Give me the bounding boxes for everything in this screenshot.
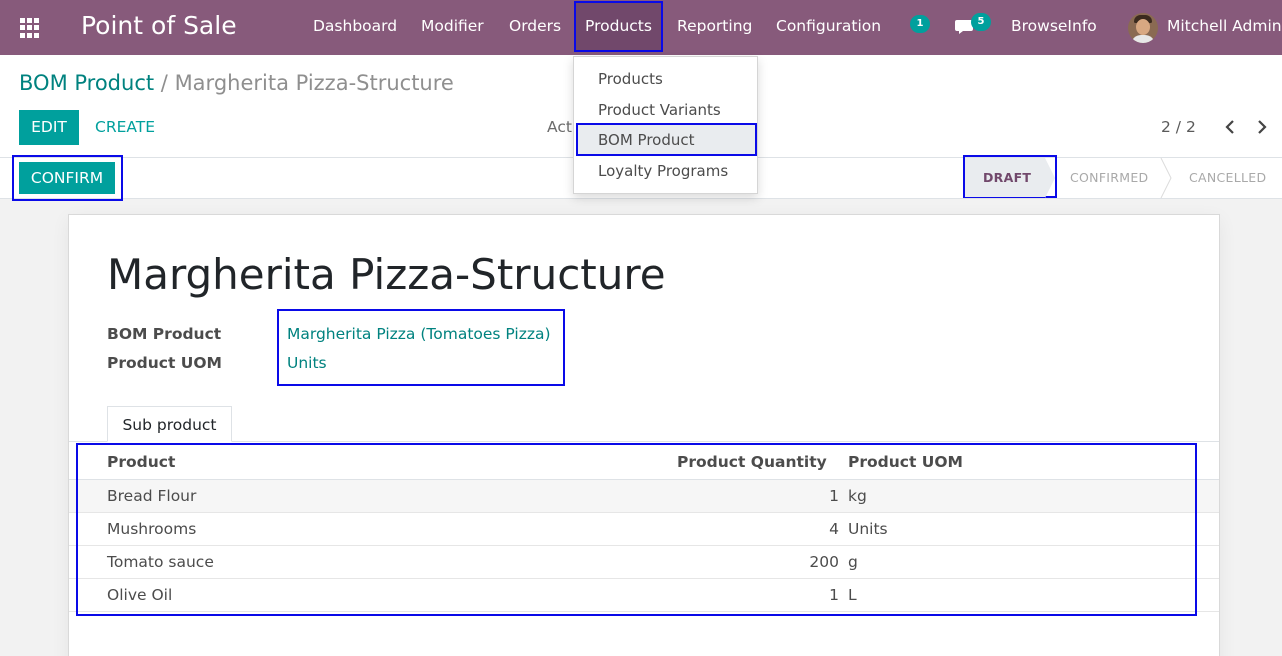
confirm-button[interactable]: CONFIRM xyxy=(19,162,115,194)
stage-draft: DRAFT xyxy=(965,158,1045,197)
tab-sub-product[interactable]: Sub product xyxy=(107,406,232,442)
chevron-left-icon[interactable] xyxy=(1222,115,1238,139)
column-product[interactable]: Product xyxy=(107,453,175,471)
bom-product-label: BOM Product xyxy=(107,325,222,343)
cell-uom: Units xyxy=(848,520,888,538)
cell-uom: kg xyxy=(848,487,867,505)
cell-quantity: 4 xyxy=(829,520,839,538)
dropdown-item-bom-product[interactable]: BOM Product xyxy=(598,131,695,149)
dropdown-item-loyalty-programs[interactable]: Loyalty Programs xyxy=(598,162,728,180)
stage-arrow-icon xyxy=(1045,158,1055,198)
pager-value[interactable]: 2 / 2 xyxy=(1161,118,1196,136)
breadcrumb-separator: / xyxy=(160,71,168,95)
cell-product: Bread Flour xyxy=(107,487,197,505)
menu-modifier[interactable]: Modifier xyxy=(421,17,484,35)
user-avatar[interactable] xyxy=(1128,13,1158,43)
cell-quantity: 1 xyxy=(829,586,839,604)
stage-cancelled[interactable]: CANCELLED xyxy=(1189,158,1266,197)
cell-uom: g xyxy=(848,553,858,571)
messages-badge[interactable]: 5 xyxy=(971,13,991,31)
menu-orders[interactable]: Orders xyxy=(509,17,561,35)
create-button[interactable]: CREATE xyxy=(95,110,155,145)
product-uom-label: Product UOM xyxy=(107,354,222,372)
tab-divider xyxy=(69,441,1219,442)
breadcrumb: BOM Product / Margherita Pizza-Structure xyxy=(19,71,454,95)
fields-highlight xyxy=(277,309,565,386)
menu-configuration[interactable]: Configuration xyxy=(776,17,881,35)
table-row[interactable]: Tomato sauce 200 g xyxy=(69,546,1219,579)
cell-uom: L xyxy=(848,586,857,604)
table-header xyxy=(69,444,1219,480)
breadcrumb-current: Margherita Pizza-Structure xyxy=(174,71,454,95)
cell-product: Mushrooms xyxy=(107,520,197,538)
menu-products[interactable]: Products xyxy=(574,1,663,52)
user-menu[interactable]: Mitchell Admin xyxy=(1167,17,1282,35)
action-menu[interactable]: Act xyxy=(547,118,572,136)
cell-quantity: 1 xyxy=(829,487,839,505)
column-product-quantity[interactable]: Product Quantity xyxy=(677,453,827,471)
chevron-right-icon[interactable] xyxy=(1254,115,1270,139)
apps-grid-icon[interactable] xyxy=(20,18,40,38)
products-dropdown: Products Product Variants BOM Product Lo… xyxy=(573,56,758,194)
column-product-uom[interactable]: Product UOM xyxy=(848,453,963,471)
stage-separator-icon xyxy=(1160,158,1172,198)
edit-button[interactable]: EDIT xyxy=(19,110,79,145)
app-title[interactable]: Point of Sale xyxy=(81,11,237,40)
record-title: Margherita Pizza-Structure xyxy=(107,250,666,299)
menu-reporting[interactable]: Reporting xyxy=(677,17,752,35)
dropdown-item-products[interactable]: Products xyxy=(598,70,663,88)
dropdown-item-product-variants[interactable]: Product Variants xyxy=(598,101,721,119)
top-navbar: Point of Sale Dashboard Modifier Orders … xyxy=(0,0,1282,55)
cell-quantity: 200 xyxy=(809,553,839,571)
menu-dashboard[interactable]: Dashboard xyxy=(313,17,397,35)
breadcrumb-parent[interactable]: BOM Product xyxy=(19,71,154,95)
table-row[interactable]: Bread Flour 1 kg xyxy=(69,480,1219,513)
company-switcher[interactable]: BrowseInfo xyxy=(1011,17,1097,35)
cell-product: Tomato sauce xyxy=(107,553,214,571)
table-row[interactable]: Mushrooms 4 Units xyxy=(69,513,1219,546)
table-row[interactable]: Olive Oil 1 L xyxy=(69,579,1219,612)
activity-badge[interactable]: 1 xyxy=(910,15,930,33)
cell-product: Olive Oil xyxy=(107,586,173,604)
stage-confirmed[interactable]: CONFIRMED xyxy=(1070,158,1149,197)
